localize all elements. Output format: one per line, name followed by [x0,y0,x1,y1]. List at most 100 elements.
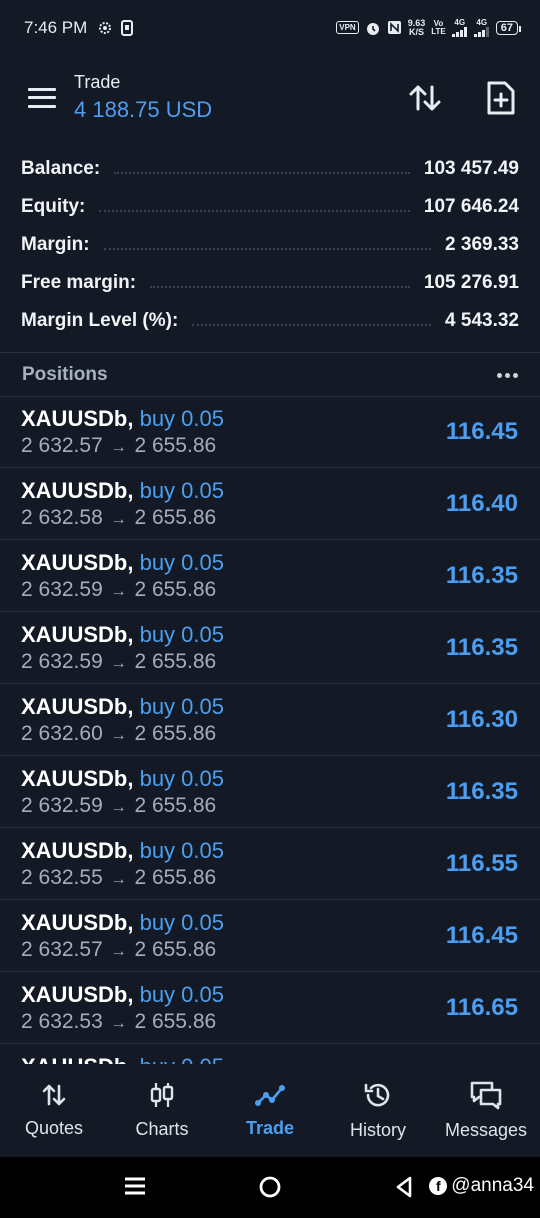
arrow-right-icon: → [110,942,127,960]
position-direction: buy 0.05 [139,693,224,719]
watermark: f @anna34 [429,1175,534,1197]
position-direction: buy 0.05 [139,405,224,431]
facebook-icon: f [429,1177,448,1195]
margin-level-value: 4 543.32 [445,310,519,331]
position-direction: buy 0.05 [139,837,224,863]
status-indicators: VPN 9.63 K/S Vo LTE 4G 4G 67 [336,17,522,37]
position-row[interactable]: XAUUSDb, buy 0.05 2 632.59 → 2 655.86 11… [0,756,540,828]
position-row[interactable]: XAUUSDb, buy 0.05 2 632.60 → 2 655.86 11… [0,684,540,756]
network-speed: 9.63 K/S [407,17,426,37]
signal-bars-icon [451,26,467,37]
position-profit: 116.30 [445,705,518,733]
current-price: 2 655.86 [134,433,217,457]
arrow-right-icon: → [110,798,127,816]
position-row[interactable]: XAUUSDb, buy 0.05 2 632.53 → 2 655.86 11… [0,972,540,1044]
position-profit: 116.45 [445,417,518,445]
nav-trade[interactable]: Trade [216,1064,324,1157]
position-row[interactable]: XAUUSDb, buy 0.05 2 632.58 → 2 655.86 11… [0,468,540,540]
home-icon[interactable] [258,1175,282,1199]
position-profit: 116.65 [445,993,518,1021]
nav-quotes-label: Quotes [24,1118,84,1138]
margin-row: Margin: 2 369.33 [0,226,540,264]
nav-quotes[interactable]: Quotes [0,1064,108,1157]
bottom-nav: Quotes Charts Trade History Messages [0,1064,540,1157]
open-price: 2 632.57 [21,433,103,457]
open-price: 2 632.53 [21,1009,103,1033]
position-profit: 116.45 [445,921,518,949]
trade-icon [255,1085,285,1106]
position-symbol: XAUUSDb, [21,1054,133,1064]
page-title: Trade [74,72,121,92]
position-symbol: XAUUSDb, [21,981,134,1007]
position-symbol: XAUUSDb, [21,765,134,791]
new-order-icon[interactable] [486,80,516,116]
position-profit: 116.55 [445,849,518,877]
position-row[interactable]: XAUUSDb, buy 0.05 [0,1044,540,1064]
position-direction: buy 0.05 [139,981,224,1007]
arrow-right-icon: → [110,510,127,528]
nav-charts-label: Charts [135,1119,189,1139]
equity-label: Equity: [21,196,86,217]
position-row[interactable]: XAUUSDb, buy 0.05 2 632.57 → 2 655.86 11… [0,900,540,972]
position-symbol: XAUUSDb, [21,693,134,719]
current-price: 2 655.86 [134,649,217,673]
margin-value: 2 369.33 [445,234,519,255]
position-profit: 116.40 [445,489,518,517]
status-bar: 7:46 PM VPN 9.63 K/S Vo LTE 4G 4G 67 [0,0,540,55]
battery-indicator: 67 [495,20,522,35]
free-margin-value: 105 276.91 [423,272,519,293]
account-summary: Balance: 103 457.49 Equity: 107 646.24 M… [0,150,540,340]
alarm-icon [366,22,379,35]
equity-row: Equity: 107 646.24 [0,188,540,226]
position-direction: buy 0.05 [139,477,224,503]
position-row[interactable]: XAUUSDb, buy 0.05 2 632.59 → 2 655.86 11… [0,540,540,612]
position-direction: buy 0.05 [139,909,224,935]
nav-charts[interactable]: Charts [108,1064,216,1157]
arrow-right-icon: → [110,726,127,744]
signal-1: 4G [451,18,468,37]
position-symbol: XAUUSDb, [21,837,134,863]
positions-title: Positions [22,364,108,385]
free-margin-label: Free margin: [21,272,137,293]
current-price: 2 655.86 [134,937,217,961]
messages-icon [470,1081,502,1110]
settings-gear-icon [99,21,112,34]
current-price: 2 655.86 [134,865,217,889]
position-direction: buy 0.05 [139,549,224,575]
vpn-badge: VPN [336,21,359,34]
history-icon [364,1083,390,1107]
balance-label: Balance: [21,158,101,179]
position-row[interactable]: XAUUSDb, buy 0.05 2 632.55 → 2 655.86 11… [0,828,540,900]
volte-indicator: Vo LTE [431,18,446,36]
back-icon[interactable] [394,1175,414,1199]
sort-icon[interactable] [408,81,442,115]
position-profit: 116.35 [445,561,518,589]
position-direction: buy 0.05 [140,1054,224,1064]
recent-apps-icon[interactable] [124,1175,146,1197]
current-price: 2 655.86 [134,793,217,817]
position-row[interactable]: XAUUSDb, buy 0.05 2 632.59 → 2 655.86 11… [0,612,540,684]
position-row[interactable]: XAUUSDb, buy 0.05 2 632.57 → 2 655.86 11… [0,396,540,468]
nav-messages[interactable]: Messages [432,1064,540,1157]
arrow-right-icon: → [110,438,127,456]
signal-2: 4G [473,18,490,37]
arrow-right-icon: → [110,654,127,672]
positions-list: XAUUSDb, buy 0.05 2 632.57 → 2 655.86 11… [0,396,540,1064]
menu-button[interactable] [26,85,58,111]
open-price: 2 632.58 [21,505,103,529]
device-icon [121,19,134,36]
nav-trade-label: Trade [245,1118,295,1138]
position-profit: 116.35 [445,777,518,805]
arrow-right-icon: → [110,1014,127,1032]
open-price: 2 632.59 [21,793,103,817]
open-price: 2 632.57 [21,937,103,961]
quotes-icon [42,1084,66,1106]
charts-icon [150,1083,174,1107]
position-symbol: XAUUSDb, [21,477,134,503]
menu-icon [28,87,56,91]
position-symbol: XAUUSDb, [21,909,134,935]
current-price: 2 655.86 [134,577,217,601]
more-options-icon[interactable] [497,372,518,378]
position-symbol: XAUUSDb, [21,405,134,431]
nav-history[interactable]: History [324,1064,432,1157]
